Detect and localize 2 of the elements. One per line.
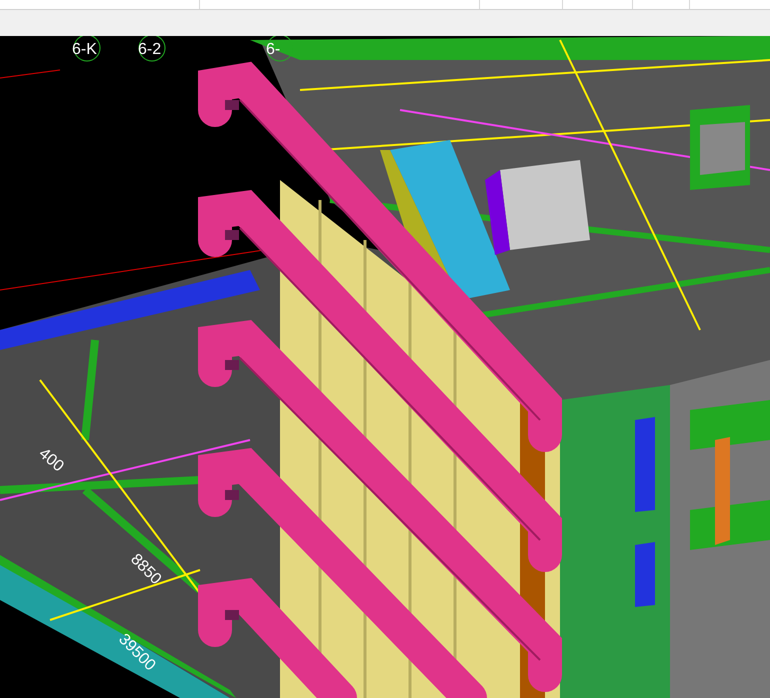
axis-label: 6- <box>266 41 280 58</box>
dimension-label: 400 <box>35 445 67 476</box>
